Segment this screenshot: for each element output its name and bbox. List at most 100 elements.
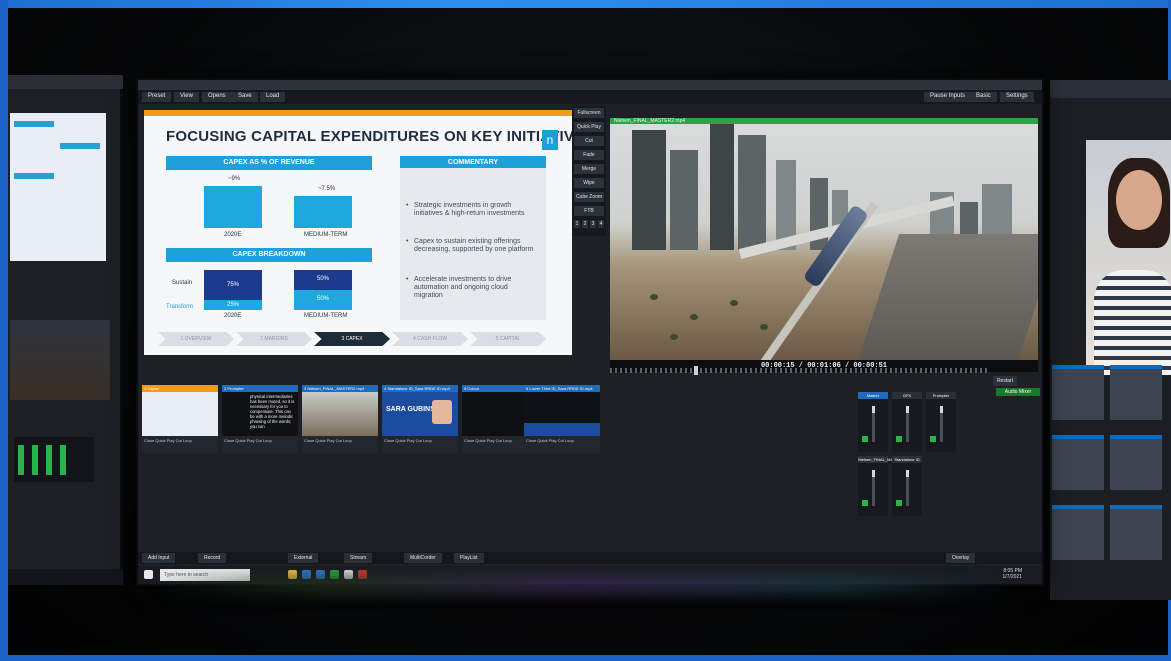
transition-1-button[interactable]: 1 <box>574 220 580 228</box>
cube-zoom-button[interactable]: Cube Zoom <box>574 192 604 202</box>
capex-category: 2020E <box>224 232 242 238</box>
menu-preset[interactable]: Preset <box>142 92 172 102</box>
mute-led[interactable] <box>862 500 868 506</box>
capex-category: MEDIUM-TERM <box>304 232 348 238</box>
mute-led[interactable] <box>930 436 936 442</box>
mixer-channel-video[interactable]: Nielsen_FINAL_MA... <box>858 456 896 516</box>
tree <box>670 334 678 340</box>
add-input-button[interactable]: Add Input <box>142 553 176 563</box>
mute-led[interactable] <box>896 500 902 506</box>
input-tile[interactable] <box>1110 435 1162 490</box>
input-card-1[interactable]: 1 Capex Close Quick Play Cut Loop <box>142 385 218 453</box>
left-monitor-slide-thumbnail <box>10 113 106 261</box>
right-monitor-title-bar <box>1050 80 1171 98</box>
thumb-bar <box>14 121 54 127</box>
settings-button[interactable]: Settings <box>1000 92 1034 102</box>
menu-save[interactable]: Save <box>232 92 258 102</box>
left-monitor-room-camera <box>10 320 110 400</box>
input-tile[interactable] <box>1110 365 1162 420</box>
menu-load[interactable]: Load <box>260 92 286 102</box>
step-cash-flow: 4 CASH FLOW <box>392 332 468 346</box>
legend-sustain: Sustain <box>172 280 193 286</box>
audio-mixer: Master GFX Prompter Nielsen_FINAL_MA... <box>858 392 998 527</box>
fade-button[interactable]: Fade <box>574 150 604 160</box>
mixer-channel-prompter[interactable]: Prompter <box>926 392 956 452</box>
merge-button[interactable]: Merge <box>574 164 604 174</box>
fullscreen-button[interactable]: Fullscreen <box>574 108 604 118</box>
input-tile[interactable] <box>1052 505 1104 560</box>
building <box>710 124 734 250</box>
input-tile[interactable] <box>1052 435 1104 490</box>
inputs-row: 1 Capex Close Quick Play Cut Loop 2 Prom… <box>142 385 602 455</box>
step-margins: 2 MARGINS <box>236 332 312 346</box>
program-scrub-bar[interactable] <box>610 368 990 373</box>
stream-button[interactable]: Stream <box>344 553 373 563</box>
channel-label: Prompter <box>926 392 956 399</box>
tree <box>650 294 658 300</box>
transform-value: 50% <box>316 296 329 302</box>
preview-slide[interactable]: FOCUSING CAPITAL EXPENDITURES ON KEY INI… <box>144 110 594 355</box>
transition-2-button[interactable]: 2 <box>582 220 588 228</box>
input-controls[interactable]: Close Quick Play Cut Loop <box>302 437 378 453</box>
menu-bar: Preset View Opens Save Load <box>138 90 1042 104</box>
scrub-handle[interactable] <box>694 366 698 375</box>
level-meter <box>872 470 875 506</box>
slide-step-nav: 1 OVERVIEW 2 MARGINS 3 CAPEX 4 CASH FLOW… <box>158 332 554 346</box>
frame-border-top <box>0 0 1171 8</box>
cut-button[interactable]: Cut <box>574 136 604 146</box>
input-preview <box>524 392 600 436</box>
main-monitor: Preset View Opens Save Load Pause Inputs… <box>136 78 1044 586</box>
playlist-button[interactable]: PlayList <box>454 553 484 563</box>
profile-card: SARA GUBINS <box>382 392 458 436</box>
overlay-button[interactable]: Overlay <box>946 553 976 563</box>
profile-photo <box>432 400 452 424</box>
pause-inputs-button[interactable]: Pause Inputs <box>924 92 972 102</box>
input-card-3[interactable]: 3 Nielsen_FINAL_MASTER2.mp4 Close Quick … <box>302 385 378 453</box>
meter <box>18 445 24 475</box>
presenter-face <box>1116 170 1162 230</box>
input-preview: physical intermediaries has been muted, … <box>222 392 298 436</box>
ftb-button[interactable]: FTB <box>574 206 604 216</box>
external-button[interactable]: External <box>288 553 319 563</box>
input-controls[interactable]: Close Quick Play Cut Loop <box>222 437 298 453</box>
legend-transform: Transform <box>166 304 194 310</box>
mute-led[interactable] <box>862 436 868 442</box>
right-monitor <box>1050 80 1171 600</box>
basic-button[interactable]: Basic <box>970 92 997 102</box>
desk-light-reflection <box>150 575 1010 595</box>
wipe-button[interactable]: Wipe <box>574 178 604 188</box>
transition-3-button[interactable]: 3 <box>590 220 596 228</box>
input-controls[interactable]: Close Quick Play Cut Loop <box>142 437 218 453</box>
capex-value-label: ~9% <box>228 176 241 182</box>
mixer-channel-gfx[interactable]: GFX <box>892 392 922 452</box>
program-video-frame <box>610 124 1038 360</box>
record-button[interactable]: Record <box>198 553 227 563</box>
capex-header: CAPEX AS % OF REVENUE <box>166 156 372 170</box>
breakdown-category: MEDIUM-TERM <box>304 313 348 319</box>
menu-opens[interactable]: Opens <box>202 92 232 102</box>
left-monitor-taskbar <box>8 569 123 585</box>
tree <box>760 324 768 330</box>
input-tile[interactable] <box>1110 505 1162 560</box>
mixer-channel-master[interactable]: Master <box>858 392 888 452</box>
input-card-4[interactable]: 4 Standalone ID_Sara RRDE ID.mp4 SARA GU… <box>382 385 458 453</box>
menu-view[interactable]: View <box>174 92 199 102</box>
transform-value: 25% <box>226 302 239 308</box>
mute-led[interactable] <box>896 436 902 442</box>
input-controls[interactable]: Close Quick Play Cut Loop <box>382 437 458 453</box>
input-controls[interactable]: Close Quick Play Cut Loop <box>524 437 600 453</box>
input-card-6[interactable]: 6 Lower Third ID_Sara RRDE ID.mp4 Close … <box>524 385 600 453</box>
mixer-channel-standalone[interactable]: Standalone ID <box>892 456 922 516</box>
quick-play-button[interactable]: Quick Play <box>574 122 604 132</box>
left-monitor <box>8 75 123 585</box>
transition-4-button[interactable]: 4 <box>598 220 604 228</box>
commentary-item: Accelerate investments to drive automati… <box>406 276 538 300</box>
input-card-2[interactable]: 2 Prompter physical intermediaries has b… <box>222 385 298 453</box>
audio-mixer-button[interactable]: Audio Mixer <box>996 388 1040 396</box>
input-tile[interactable] <box>1052 365 1104 420</box>
step-capex: 3 CAPEX <box>314 332 390 346</box>
channel-label: Standalone ID <box>892 456 922 463</box>
restart-button[interactable]: Restart <box>993 376 1017 386</box>
multicorder-button[interactable]: MultiCorder <box>404 553 442 563</box>
right-monitor-presenter-camera <box>1086 140 1171 375</box>
